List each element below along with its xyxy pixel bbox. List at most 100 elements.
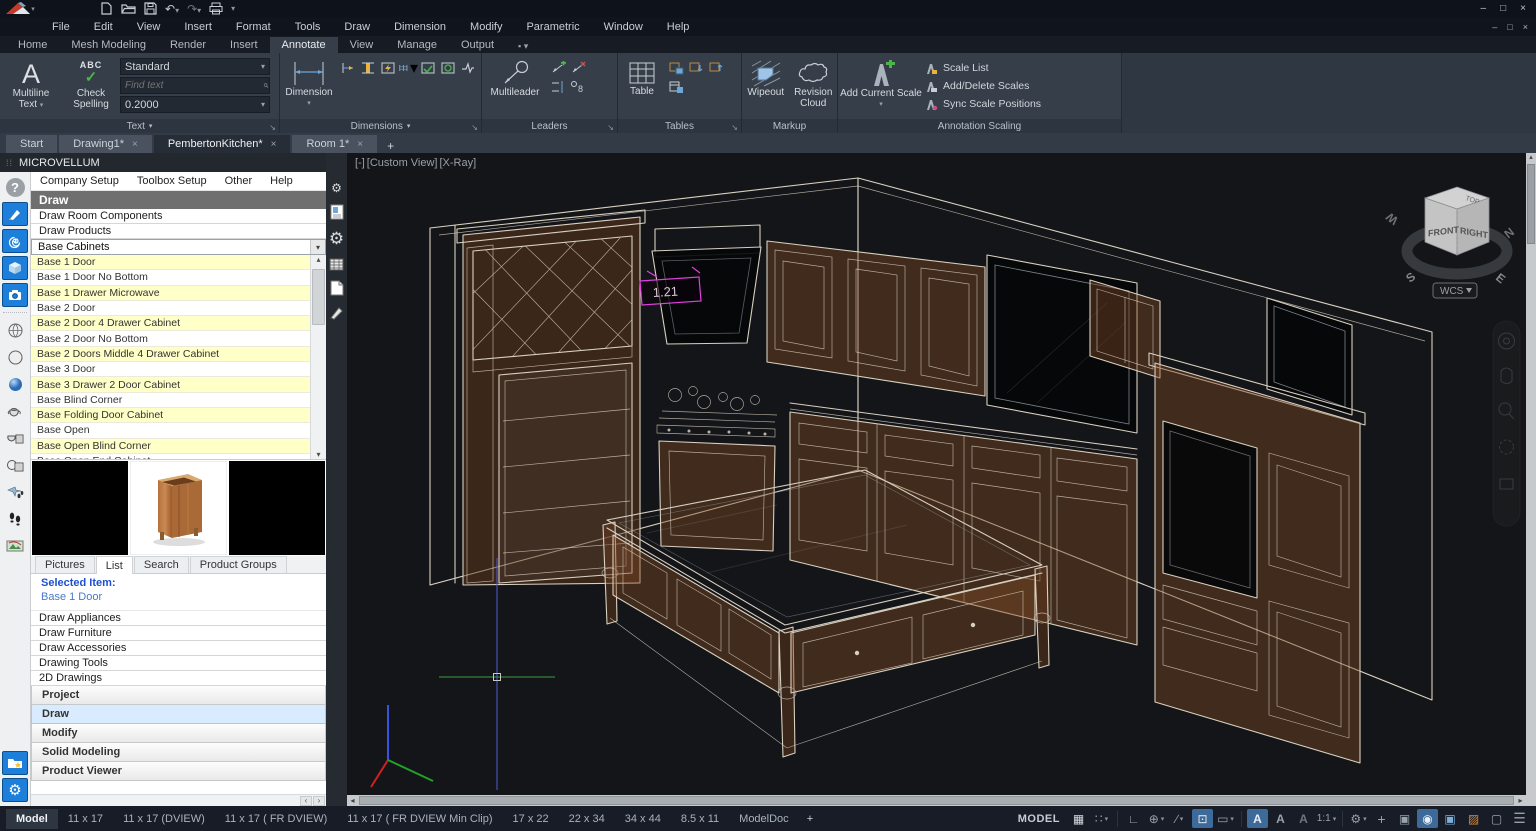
draw-furniture-button[interactable]: Draw Furniture bbox=[31, 626, 326, 641]
doc-tab-drawing1[interactable]: Drawing1*× bbox=[59, 135, 152, 153]
layout-tab-11x17-dview[interactable]: 11 x 17 (DVIEW) bbox=[113, 809, 215, 829]
new-drawing-button[interactable]: + bbox=[379, 139, 402, 153]
palette-section-product-viewer[interactable]: Product Viewer bbox=[31, 762, 326, 781]
preview-slot-right[interactable] bbox=[229, 461, 325, 555]
close-tab-icon[interactable]: × bbox=[132, 139, 138, 150]
tab-insert[interactable]: Insert bbox=[218, 37, 270, 53]
clean-screen-toggle[interactable]: ▢ bbox=[1486, 809, 1507, 828]
render-environment-button[interactable] bbox=[2, 453, 28, 477]
search-icon[interactable] bbox=[263, 79, 269, 92]
palette-section-project[interactable]: Project bbox=[31, 686, 326, 705]
scroll-up-icon[interactable]: ▴ bbox=[1526, 153, 1536, 163]
leaders-panel-expander-icon[interactable]: ↘ bbox=[607, 123, 614, 132]
add-current-scale-button[interactable]: Add Current Scale▾ bbox=[838, 55, 924, 113]
menu-palette-help[interactable]: Help bbox=[261, 175, 302, 187]
tab-annotate[interactable]: Annotate bbox=[270, 37, 338, 53]
annotation-autoscale-toggle[interactable]: A bbox=[1270, 809, 1291, 828]
model-space-label[interactable]: MODEL bbox=[1018, 813, 1060, 825]
workspace-switching-button[interactable]: ⚙▾ bbox=[1348, 809, 1369, 828]
menu-window[interactable]: Window bbox=[592, 19, 655, 35]
kitchen-wireframe-scene[interactable]: .ln{fill:none;stroke:#d8d0c0;stroke-widt… bbox=[347, 153, 1526, 795]
pal-scroll-left-icon[interactable]: ‹ bbox=[300, 796, 312, 806]
list-item[interactable]: Base 2 Door 4 Drawer Cabinet bbox=[31, 316, 310, 331]
project-browser-button[interactable] bbox=[2, 751, 28, 775]
check-spelling-button[interactable]: ABC ✓ CheckSpelling bbox=[62, 55, 120, 113]
isolate-objects-button[interactable]: ▣ bbox=[1394, 809, 1415, 828]
minimize-button[interactable]: – bbox=[1481, 3, 1487, 14]
table-link-down-icon[interactable] bbox=[686, 59, 706, 76]
draw-accessories-button[interactable]: Draw Accessories bbox=[31, 641, 326, 656]
hidden-style-button[interactable] bbox=[2, 345, 28, 369]
multileader-button[interactable]: Multileader bbox=[482, 55, 548, 98]
sheet-set-icon[interactable] bbox=[330, 204, 344, 220]
draw-appliances-button[interactable]: Draw Appliances bbox=[31, 611, 326, 626]
layout-tab-17x22[interactable]: 17 x 22 bbox=[503, 809, 559, 829]
new-file-icon[interactable] bbox=[100, 2, 113, 15]
settings-button[interactable]: ⚙ bbox=[2, 778, 28, 802]
render-button[interactable] bbox=[2, 399, 28, 423]
list-scrollbar-thumb[interactable] bbox=[312, 269, 325, 325]
menu-insert[interactable]: Insert bbox=[172, 19, 224, 35]
wireframe-style-button[interactable] bbox=[2, 318, 28, 342]
drawing-viewport[interactable]: .ln{fill:none;stroke:#d8d0c0;stroke-widt… bbox=[347, 153, 1526, 806]
render-settings-button[interactable] bbox=[2, 426, 28, 450]
viewport-hscrollbar[interactable]: ◂ ▸ bbox=[347, 795, 1526, 806]
tab-product-groups[interactable]: Product Groups bbox=[190, 556, 287, 573]
tab-home[interactable]: Home bbox=[6, 37, 59, 53]
text-style-select[interactable]: Standard▾ bbox=[120, 58, 270, 75]
markup-pen-icon[interactable] bbox=[329, 305, 344, 320]
dim-check-icon[interactable] bbox=[418, 59, 438, 76]
save-icon[interactable] bbox=[144, 2, 157, 15]
tab-output[interactable]: Output bbox=[449, 37, 506, 53]
menu-dimension[interactable]: Dimension bbox=[382, 19, 458, 35]
table-cell-style-icon[interactable] bbox=[666, 78, 686, 95]
dimensions-panel-footer[interactable]: Dimensions▾ ↘ bbox=[280, 119, 481, 133]
help-button[interactable]: ? bbox=[2, 175, 28, 199]
tab-manage[interactable]: Manage bbox=[385, 37, 449, 53]
wipeout-button[interactable]: Wipeout bbox=[742, 55, 790, 109]
list-item[interactable]: Base 2 Door bbox=[31, 301, 310, 316]
isodraft-toggle[interactable]: ∕▾ bbox=[1169, 809, 1190, 828]
list-item[interactable]: Base Open bbox=[31, 423, 310, 438]
viewport-visual-style-control[interactable]: [X-Ray] bbox=[440, 157, 477, 169]
palette-title-bar[interactable]: ⁞⁞ MICROVELLUM bbox=[0, 153, 326, 172]
qat-customize-caret-icon[interactable]: ▾ bbox=[231, 4, 235, 13]
find-text-input[interactable] bbox=[121, 80, 263, 91]
compass-south[interactable]: S bbox=[1403, 269, 1418, 285]
annotation-visibility-toggle[interactable]: A bbox=[1247, 809, 1268, 828]
annotation-scale-button[interactable]: 1:1▾ bbox=[1316, 809, 1337, 828]
drawing-tools-button[interactable]: Drawing Tools bbox=[31, 656, 326, 671]
open-file-icon[interactable] bbox=[121, 2, 136, 15]
dim-quick-icon[interactable] bbox=[378, 59, 398, 76]
viewport-vscrollbar[interactable]: ▴ bbox=[1526, 153, 1536, 806]
list-item[interactable]: Base 1 Door bbox=[31, 255, 310, 270]
layout-tab-11x17-fr-dview[interactable]: 11 x 17 ( FR DVIEW) bbox=[215, 809, 337, 829]
collect-leaders-icon[interactable]: 8 bbox=[568, 79, 588, 96]
layout-tab-22x34[interactable]: 22 x 34 bbox=[559, 809, 615, 829]
doc-minimize-button[interactable]: – bbox=[1492, 22, 1497, 32]
menu-edit[interactable]: Edit bbox=[82, 19, 125, 35]
autocad-logo[interactable]: ▾ bbox=[0, 0, 40, 17]
doc-tab-pembertonkitchen[interactable]: PembertonKitchen*× bbox=[154, 135, 291, 153]
menu-view[interactable]: View bbox=[125, 19, 173, 35]
menu-modify[interactable]: Modify bbox=[458, 19, 514, 35]
redo-button[interactable]: ↷▾ bbox=[187, 2, 201, 16]
layout-tab-modeldoc[interactable]: ModelDoc bbox=[729, 809, 799, 829]
list-item[interactable]: Base Open End Cabinet bbox=[31, 454, 310, 460]
properties-gear-icon[interactable]: ⚙ bbox=[331, 181, 342, 195]
remove-leader-icon[interactable] bbox=[568, 59, 588, 76]
doc-close-button[interactable]: × bbox=[1523, 22, 1528, 32]
table-tool-icon[interactable] bbox=[329, 258, 344, 271]
viewport-view-control[interactable]: [Custom View] bbox=[367, 157, 438, 169]
new-layout-button[interactable]: + bbox=[799, 809, 821, 829]
dim-linear-icon[interactable] bbox=[338, 59, 358, 76]
vscrollbar-thumb[interactable] bbox=[1527, 164, 1535, 244]
cube-tool-button[interactable] bbox=[2, 256, 28, 280]
list-item[interactable]: Base Open Blind Corner bbox=[31, 439, 310, 454]
list-item[interactable]: Base 1 Door No Bottom bbox=[31, 270, 310, 285]
dim-update-icon[interactable] bbox=[438, 59, 458, 76]
combo-caret-icon[interactable]: ▾ bbox=[310, 240, 325, 254]
align-leaders-icon[interactable] bbox=[548, 79, 568, 96]
dim-text-height-icon[interactable] bbox=[358, 59, 378, 76]
tables-panel-expander-icon[interactable]: ↘ bbox=[731, 123, 738, 132]
